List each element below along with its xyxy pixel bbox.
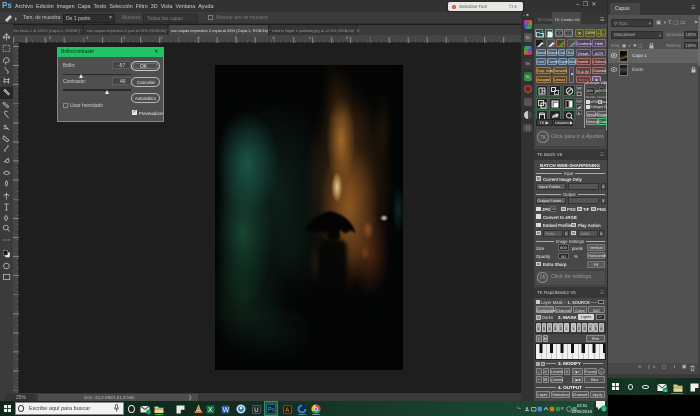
svg-text:U: U bbox=[254, 408, 258, 414]
svg-text:X: X bbox=[208, 407, 213, 414]
svg-text:Ps: Ps bbox=[268, 408, 275, 414]
svg-text:A: A bbox=[285, 408, 289, 414]
svg-text:W: W bbox=[223, 407, 230, 414]
